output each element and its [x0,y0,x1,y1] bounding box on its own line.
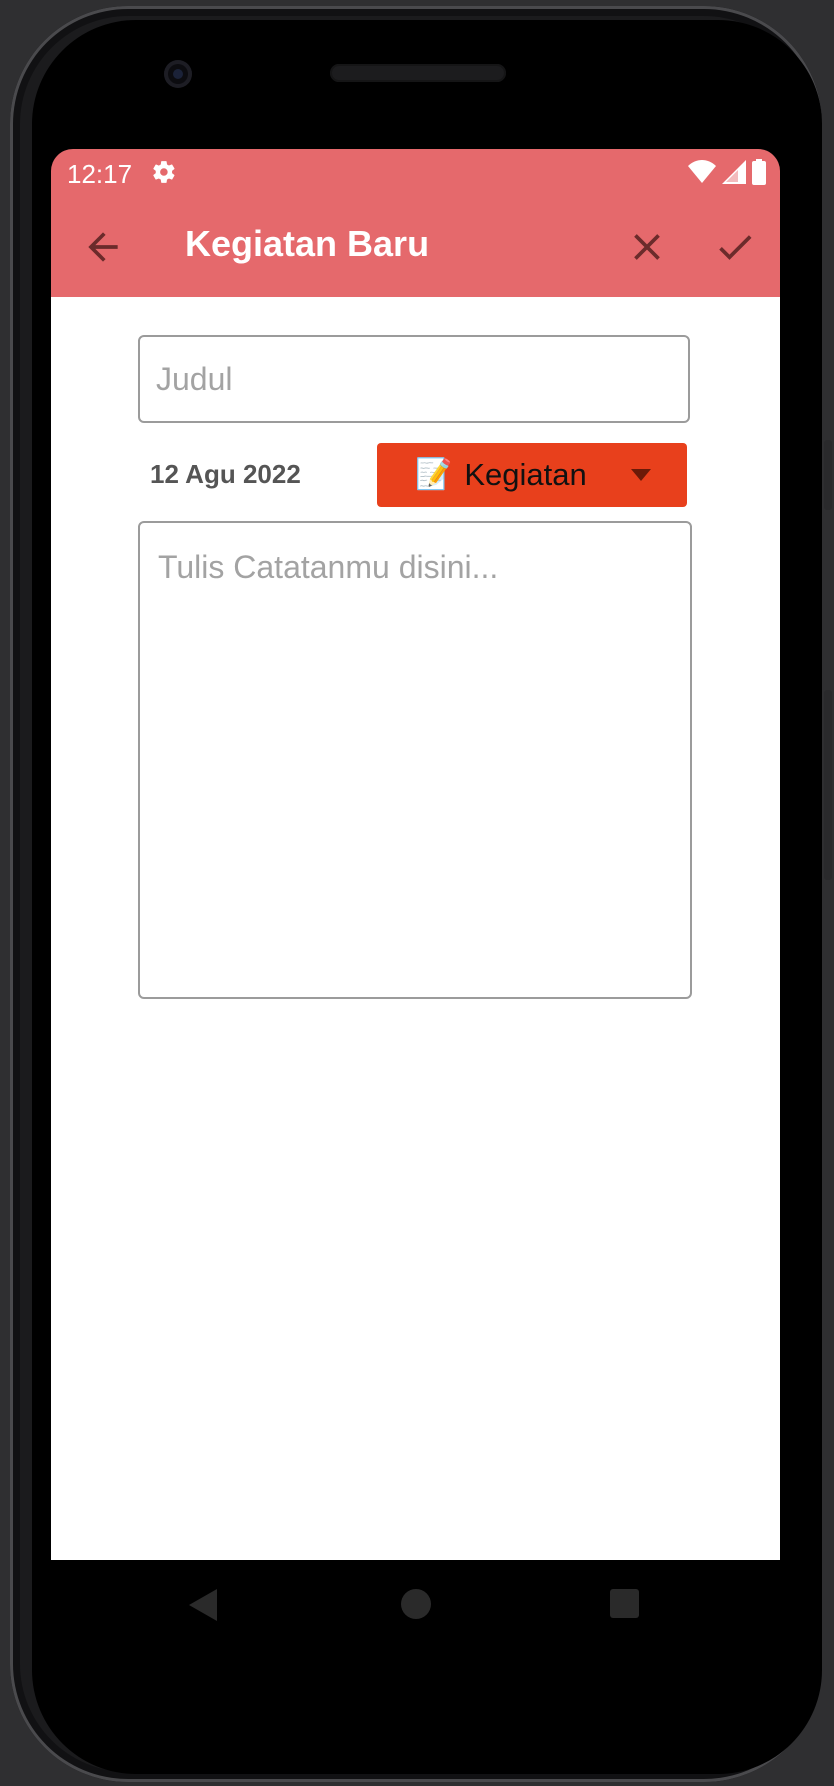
cellular-icon [722,160,746,184]
earpiece-speaker [330,64,506,82]
close-icon[interactable] [625,225,669,269]
screen: 12:17 Kegiatan Baru Judul 12 Agu 2022 📝 … [51,149,780,1560]
nav-recents-icon[interactable] [610,1589,639,1618]
status-bar: 12:17 [51,149,780,197]
front-camera [164,60,192,88]
status-icons [688,159,766,185]
date-label[interactable]: 12 Agu 2022 [150,459,301,490]
memo-icon: 📝 [415,458,453,491]
form-content: 12 Agu 2022 📝 Kegiatan [51,297,780,1560]
caret-down-icon [631,469,651,481]
battery-icon [752,159,766,185]
navigation-bar [51,1560,780,1650]
app-bar: Kegiatan Baru [51,197,780,297]
category-label: Kegiatan [464,457,587,492]
arrow-back-icon[interactable] [81,225,125,269]
check-icon[interactable] [713,225,757,269]
volume-button [824,440,832,510]
title-input[interactable] [138,335,690,423]
page-title: Kegiatan Baru [185,223,430,264]
category-dropdown[interactable]: 📝 Kegiatan [377,443,687,507]
note-input[interactable] [138,521,692,999]
status-time: 12:17 [67,159,133,189]
power-button [824,690,832,880]
nav-back-icon[interactable] [189,1589,217,1621]
nav-home-icon[interactable] [401,1589,431,1619]
settings-icon [153,161,175,183]
wifi-icon [688,160,716,183]
